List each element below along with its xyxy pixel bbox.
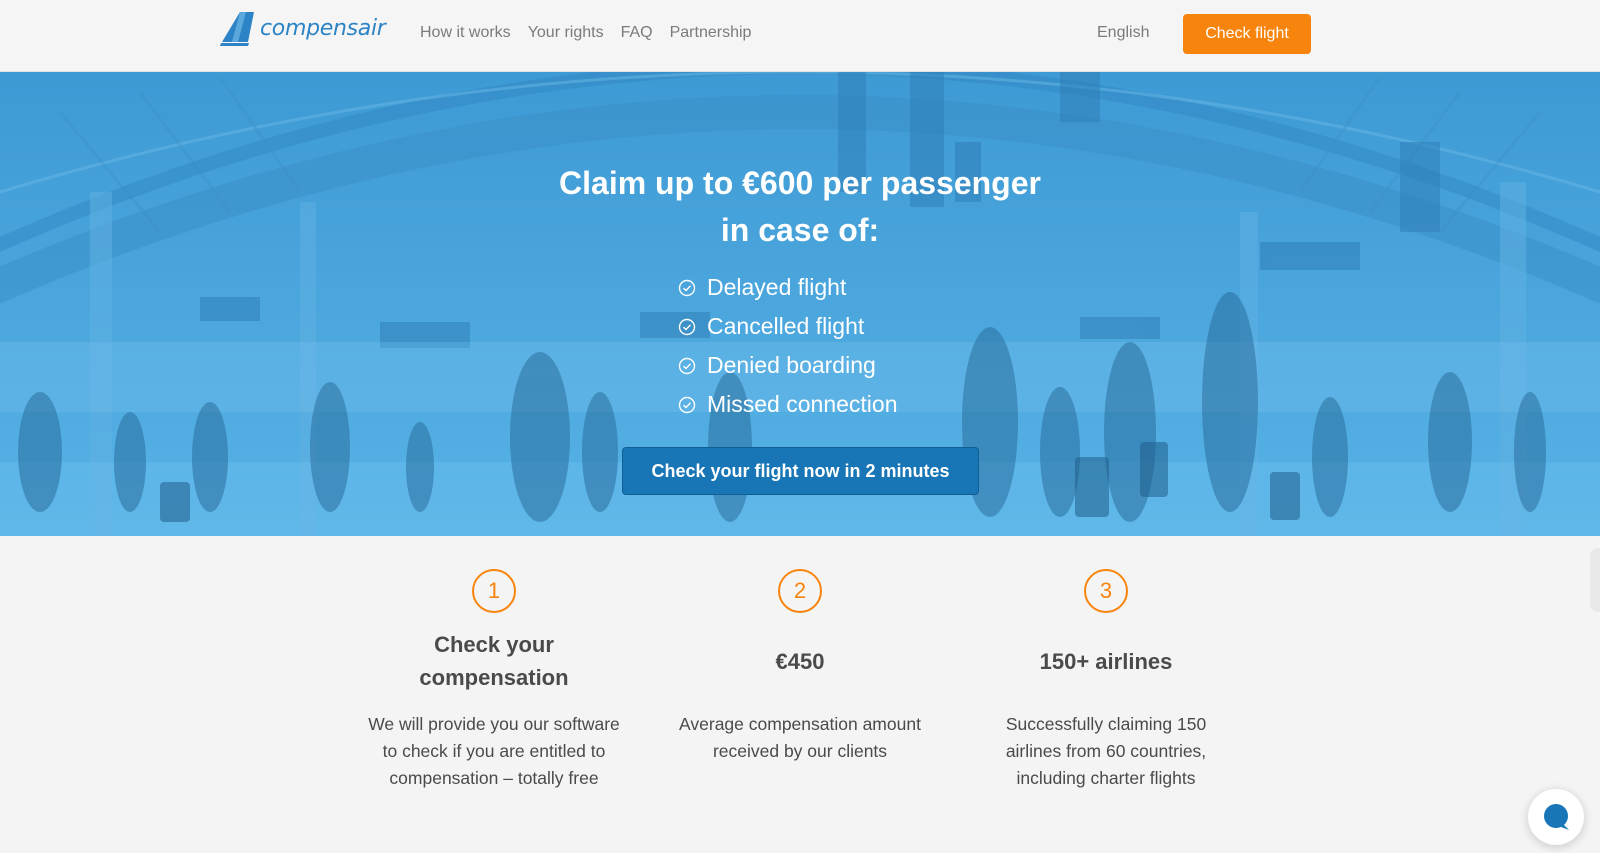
nav-your-rights[interactable]: Your rights — [528, 24, 604, 42]
claim-reason-item: Cancelled flight — [678, 307, 898, 346]
chat-widget-button[interactable] — [1528, 789, 1584, 845]
feature-description: We will provide you our software to chec… — [368, 714, 620, 788]
top-navbar: compensair How it works Your rights FAQ … — [0, 0, 1600, 72]
feature-card: 2 €450 Average compensation amount recei… — [670, 536, 930, 765]
check-circle-icon — [678, 279, 696, 296]
feature-title: Check your compensation — [419, 632, 569, 690]
step-number-badge: 2 — [778, 569, 822, 613]
claim-reason-label: Delayed flight — [707, 274, 847, 300]
chat-bubble-icon — [1544, 804, 1569, 830]
claim-reason-item: Delayed flight — [678, 268, 898, 307]
hero-title-line-2: in case of: — [720, 212, 880, 248]
claim-reason-label: Missed connection — [707, 391, 898, 417]
features-section: 1 Check your compensation We will provid… — [0, 536, 1600, 853]
check-your-flight-button[interactable]: Check your flight now in 2 minutes — [622, 447, 979, 495]
step-number-badge: 1 — [472, 569, 516, 613]
check-circle-icon — [678, 318, 696, 335]
side-edge-tab[interactable] — [1590, 548, 1600, 612]
nav-partnership[interactable]: Partnership — [670, 24, 752, 42]
hero-content: Claim up to €600 per passenger in case o… — [0, 72, 1600, 536]
claim-reason-item: Missed connection — [678, 385, 898, 424]
main-nav: How it works Your rights FAQ Partnership — [420, 24, 751, 42]
nav-faq[interactable]: FAQ — [621, 24, 653, 42]
hero-banner: Claim up to €600 per passenger in case o… — [0, 72, 1600, 536]
feature-description: Average compensation amount received by … — [679, 714, 921, 761]
check-circle-icon — [678, 357, 696, 374]
feature-title: €450 — [775, 648, 825, 674]
step-number-badge: 3 — [1084, 569, 1128, 613]
hero-title: Claim up to €600 per passenger in case o… — [0, 160, 1600, 254]
claim-reason-item: Denied boarding — [678, 346, 898, 385]
feature-title: 150+ airlines — [1039, 648, 1173, 674]
feature-card: 3 150+ airlines Successfully claiming 15… — [976, 536, 1236, 792]
claim-reason-label: Cancelled flight — [707, 313, 865, 339]
brand-name: compensair — [260, 15, 386, 41]
feature-description: Successfully claiming 150 airlines from … — [1005, 714, 1207, 788]
compensair-logo[interactable]: compensair — [218, 8, 386, 48]
check-flight-button[interactable]: Check flight — [1183, 14, 1311, 54]
claim-reasons-list: Delayed flight Cancelled flight Denied b… — [678, 268, 898, 424]
airplane-tail-logo-icon — [220, 12, 254, 46]
feature-card: 1 Check your compensation We will provid… — [364, 536, 624, 792]
check-circle-icon — [678, 396, 696, 413]
claim-reason-label: Denied boarding — [707, 352, 876, 378]
hero-title-line-1: Claim up to €600 per passenger — [559, 165, 1041, 201]
nav-how-it-works[interactable]: How it works — [420, 24, 511, 42]
language-selector[interactable]: English — [1097, 24, 1149, 42]
